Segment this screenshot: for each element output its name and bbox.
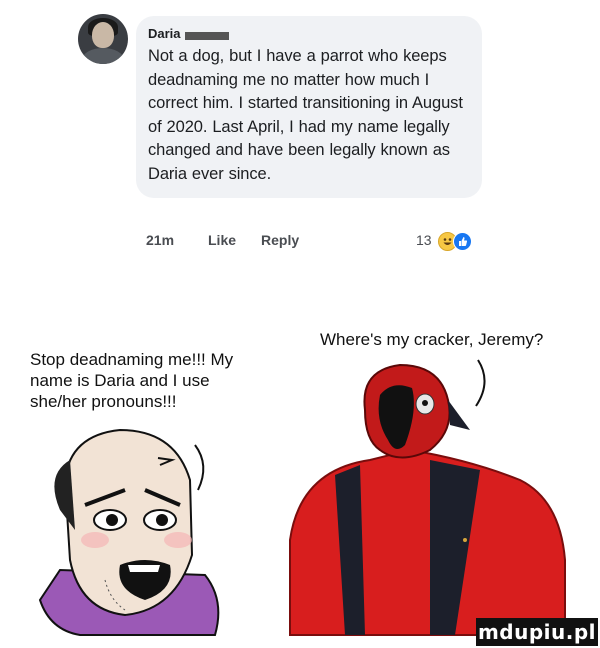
parrot-vest-button bbox=[463, 538, 467, 542]
wojak-right-blush bbox=[164, 532, 192, 548]
author-name[interactable]: Daria bbox=[148, 26, 181, 41]
comment-text: Not a dog, but I have a parrot who keeps… bbox=[148, 47, 463, 183]
like-button[interactable]: Like bbox=[208, 232, 236, 248]
wojak-teeth bbox=[128, 565, 160, 572]
meme-image: Stop deadnaming me!!! My name is Daria a… bbox=[0, 300, 600, 648]
watermark: mdupiu.pl bbox=[476, 618, 598, 646]
meme-drawing bbox=[38, 359, 566, 636]
wojak-face bbox=[38, 428, 220, 636]
parrot-figure bbox=[289, 363, 566, 636]
right-speech-line bbox=[475, 359, 486, 407]
avatar-head bbox=[92, 22, 114, 48]
wojak-left-pupil bbox=[106, 514, 118, 526]
parrot-eye bbox=[422, 400, 428, 406]
comment-timestamp[interactable]: 21m bbox=[146, 232, 174, 248]
avatar[interactable] bbox=[78, 14, 128, 64]
comment-bubble: Daria Not a dog, but I have a parrot who… bbox=[136, 16, 482, 198]
avatar-shoulders bbox=[82, 48, 124, 64]
parrot-body bbox=[289, 448, 566, 636]
comment-author[interactable]: Daria bbox=[148, 26, 470, 41]
wojak-right-pupil bbox=[156, 514, 168, 526]
like-icon bbox=[453, 232, 472, 251]
comment: Daria Not a dog, but I have a parrot who… bbox=[78, 12, 598, 262]
reaction-count[interactable]: 13 bbox=[416, 232, 432, 248]
parrot-neck-feather bbox=[448, 400, 470, 430]
reply-button[interactable]: Reply bbox=[261, 232, 299, 248]
wojak-left-blush bbox=[81, 532, 109, 548]
comment-actions: 21m Like Reply 13 bbox=[146, 232, 486, 252]
redacted-surname bbox=[184, 31, 229, 40]
left-speech-line bbox=[194, 444, 205, 491]
